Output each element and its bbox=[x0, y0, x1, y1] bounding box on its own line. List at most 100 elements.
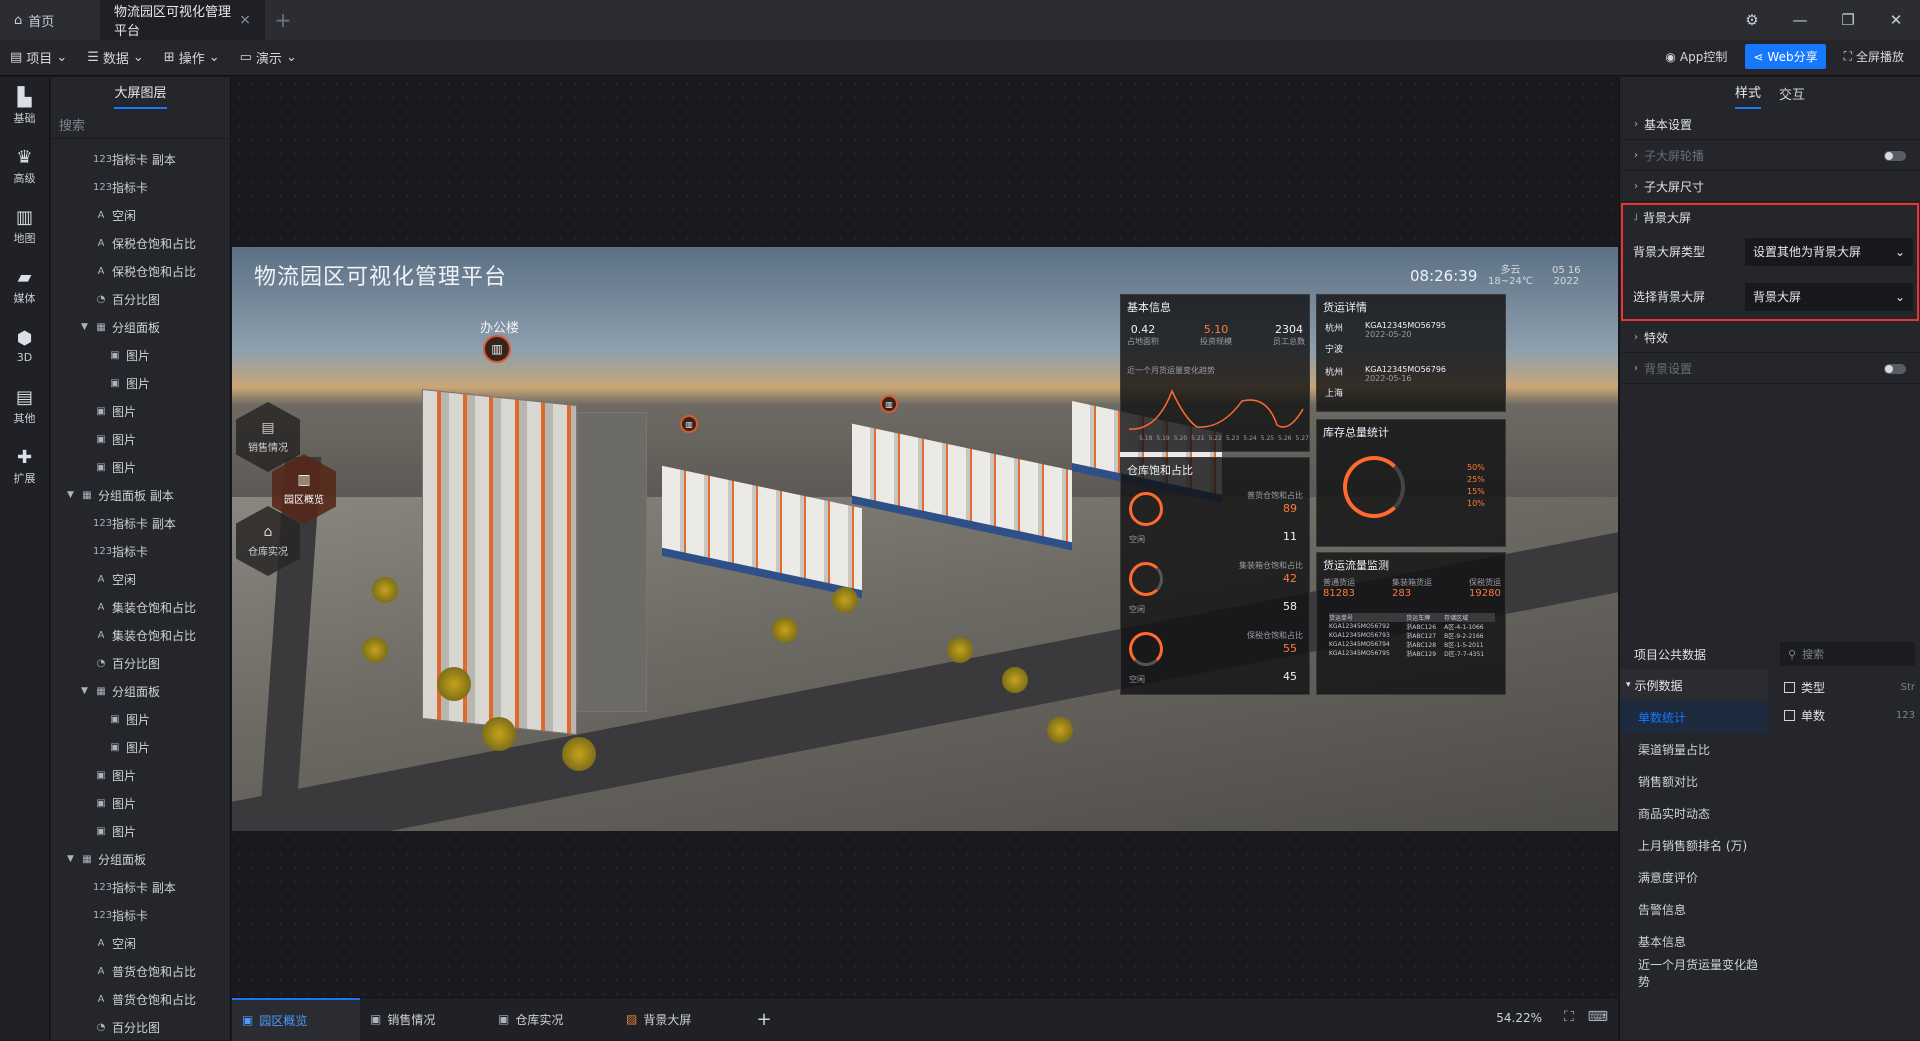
caret-icon[interactable]: ▼ bbox=[81, 686, 93, 696]
section-screen-size[interactable]: › 子大屏尺寸 bbox=[1620, 171, 1920, 202]
rail-advanced[interactable]: ♛ 高级 bbox=[0, 137, 49, 197]
section-basic-settings[interactable]: › 基本设置 bbox=[1620, 109, 1920, 140]
layer-item[interactable]: ◔ 百分比图 bbox=[51, 285, 230, 313]
pin-icon[interactable]: ▥ bbox=[880, 395, 898, 413]
minimize-icon[interactable]: — bbox=[1776, 11, 1824, 29]
layer-item[interactable]: A 保税仓饱和占比 bbox=[51, 229, 230, 257]
layer-item[interactable]: ▼ ▦ 分组面板 bbox=[51, 313, 230, 341]
section-effects[interactable]: › 特效 bbox=[1620, 322, 1920, 353]
caret-icon[interactable]: ▼ bbox=[67, 490, 79, 500]
tab-project[interactable]: 物流园区可视化管理平台 × bbox=[100, 0, 265, 40]
app-control-button[interactable]: ◉ App控制 bbox=[1657, 44, 1735, 69]
layer-item[interactable]: ▼ ▦ 分组面板 副本 bbox=[51, 481, 230, 509]
data-source-item[interactable]: 商品实时动态 bbox=[1620, 797, 1768, 829]
layer-item[interactable]: ▼ ▦ 分组面板 bbox=[51, 845, 230, 873]
caret-icon[interactable]: ▼ bbox=[67, 854, 79, 864]
bg-screen-select[interactable]: 背景大屏 ⌄ bbox=[1745, 282, 1913, 311]
layer-item[interactable]: 123 指标卡 副本 bbox=[51, 509, 230, 537]
zoom-level[interactable]: 54.22% bbox=[1496, 1011, 1542, 1025]
add-screen-button[interactable]: + bbox=[744, 1009, 784, 1030]
layer-item[interactable]: A 普货仓饱和占比 bbox=[51, 957, 230, 985]
layer-item[interactable]: A 普货仓饱和占比 bbox=[51, 985, 230, 1013]
field-checkbox[interactable] bbox=[1784, 681, 1795, 693]
pin-icon[interactable]: ▥ bbox=[680, 415, 698, 433]
menu-operate[interactable]: ⊞ 操作 ⌄ bbox=[154, 48, 230, 67]
tab-interaction[interactable]: 交互 bbox=[1779, 84, 1805, 109]
carousel-toggle[interactable] bbox=[1884, 151, 1906, 161]
layer-item[interactable]: 123 指标卡 bbox=[51, 173, 230, 201]
section-background-screen[interactable]: ˩ 背景大屏 bbox=[1623, 205, 1917, 229]
layer-item[interactable]: ▣ 图片 bbox=[51, 425, 230, 453]
data-source-item[interactable]: 渠道销量占比 bbox=[1620, 733, 1768, 765]
fullscreen-button[interactable]: ⛶ 全屏播放 bbox=[1836, 44, 1912, 69]
data-source-item[interactable]: 告警信息 bbox=[1620, 893, 1768, 925]
screen-tab-overview[interactable]: ▣ 园区概览 bbox=[232, 997, 360, 1041]
data-source-item[interactable]: 满意度评价 bbox=[1620, 861, 1768, 893]
close-icon[interactable]: × bbox=[239, 12, 251, 28]
layer-item[interactable]: ▣ 图片 bbox=[51, 789, 230, 817]
fit-screen-icon[interactable]: ⛶ bbox=[1564, 1009, 1574, 1025]
keyboard-icon[interactable]: ⌨ bbox=[1588, 1009, 1608, 1025]
menu-data[interactable]: ☰ 数据 ⌄ bbox=[77, 48, 154, 67]
screen-tab-warehouse[interactable]: ▣ 仓库实况 bbox=[488, 998, 616, 1041]
rail-extend[interactable]: ✚ 扩展 bbox=[0, 437, 49, 497]
rail-other[interactable]: ▤ 其他 bbox=[0, 377, 49, 437]
layer-item[interactable]: A 空闲 bbox=[51, 929, 230, 957]
field-item[interactable]: 类型 Str bbox=[1768, 673, 1920, 701]
section-carousel[interactable]: › 子大屏轮播 bbox=[1620, 140, 1920, 171]
layer-item[interactable]: 123 指标卡 bbox=[51, 537, 230, 565]
layer-item[interactable]: ▼ ▦ 分组面板 bbox=[51, 677, 230, 705]
data-source-item[interactable]: 基本信息 bbox=[1620, 925, 1768, 957]
layers-search-input[interactable]: 搜索 bbox=[51, 109, 230, 139]
layer-item[interactable]: ◔ 百分比图 bbox=[51, 649, 230, 677]
data-source-item[interactable]: 上月销售额排名 (万) bbox=[1620, 829, 1768, 861]
tab-home[interactable]: ⌂ 首页 bbox=[0, 0, 100, 40]
tab-style[interactable]: 样式 bbox=[1734, 82, 1761, 109]
add-tab-button[interactable]: + bbox=[265, 8, 301, 32]
caret-icon[interactable]: ▼ bbox=[81, 322, 93, 332]
field-checkbox[interactable] bbox=[1784, 709, 1795, 721]
screen-tab-sales[interactable]: ▣ 销售情况 bbox=[360, 998, 488, 1041]
layer-item[interactable]: A 保税仓饱和占比 bbox=[51, 257, 230, 285]
layer-item[interactable]: ◔ 百分比图 bbox=[51, 1013, 230, 1041]
layer-item[interactable]: 123 指标卡 副本 bbox=[51, 873, 230, 901]
settings-icon[interactable]: ⚙ bbox=[1728, 11, 1776, 29]
field-item[interactable]: 单数 123 bbox=[1768, 701, 1920, 729]
layer-item[interactable]: ▣ 图片 bbox=[51, 369, 230, 397]
public-data-search[interactable]: ⚲ 搜索 bbox=[1780, 642, 1915, 666]
rail-basic[interactable]: ▙ 基础 bbox=[0, 77, 49, 137]
rail-map[interactable]: ▥ 地图 bbox=[0, 197, 49, 257]
bg-type-select[interactable]: 设置其他为背景大屏 ⌄ bbox=[1745, 237, 1913, 266]
screen-preview[interactable]: 物流园区可视化管理平台 08:26:39 多云 18~24℃ 05 16 2022 … bbox=[232, 247, 1618, 831]
layer-item[interactable]: ▣ 图片 bbox=[51, 397, 230, 425]
layer-item[interactable]: ▣ 图片 bbox=[51, 453, 230, 481]
layer-item[interactable]: A 空闲 bbox=[51, 201, 230, 229]
layer-item[interactable]: ▣ 图片 bbox=[51, 761, 230, 789]
layer-item[interactable]: 123 指标卡 副本 bbox=[51, 145, 230, 173]
menu-project[interactable]: ▤ 项目 ⌄ bbox=[0, 48, 77, 67]
data-group[interactable]: ▾ 示例数据 bbox=[1620, 669, 1768, 701]
menu-demo[interactable]: ▭ 演示 ⌄ bbox=[230, 48, 307, 67]
layer-item[interactable]: ▣ 图片 bbox=[51, 341, 230, 369]
restore-icon[interactable]: ❐ bbox=[1824, 11, 1872, 29]
section-bg-settings[interactable]: › 背景设置 bbox=[1620, 353, 1920, 384]
rail-3d[interactable]: ⬢ 3D bbox=[0, 317, 49, 377]
layer-item[interactable]: ▣ 图片 bbox=[51, 733, 230, 761]
layer-item[interactable]: ▣ 图片 bbox=[51, 705, 230, 733]
layer-item[interactable]: 123 指标卡 bbox=[51, 901, 230, 929]
layers-tab[interactable]: 大屏图层 bbox=[114, 82, 167, 109]
bg-settings-toggle[interactable] bbox=[1884, 364, 1906, 374]
layer-item[interactable]: ▣ 图片 bbox=[51, 817, 230, 845]
data-source-item[interactable]: 近一个月货运量变化趋势 bbox=[1620, 957, 1768, 989]
layer-item[interactable]: A 空闲 bbox=[51, 565, 230, 593]
screen-tab-background[interactable]: ▨ 背景大屏 bbox=[616, 998, 744, 1041]
rail-media[interactable]: ▰ 媒体 bbox=[0, 257, 49, 317]
data-source-item[interactable]: 销售额对比 bbox=[1620, 765, 1768, 797]
layer-item[interactable]: A 集装仓饱和占比 bbox=[51, 621, 230, 649]
data-source-item[interactable]: 单数统计 bbox=[1620, 701, 1768, 733]
layer-item[interactable]: A 集装仓饱和占比 bbox=[51, 593, 230, 621]
close-window-icon[interactable]: ✕ bbox=[1872, 11, 1920, 29]
web-share-button[interactable]: ⋖ Web分享 bbox=[1745, 44, 1826, 69]
office-pin-icon[interactable]: ▥ bbox=[483, 335, 511, 363]
editor-canvas[interactable]: 物流园区可视化管理平台 08:26:39 多云 18~24℃ 05 16 2022 … bbox=[232, 77, 1618, 997]
